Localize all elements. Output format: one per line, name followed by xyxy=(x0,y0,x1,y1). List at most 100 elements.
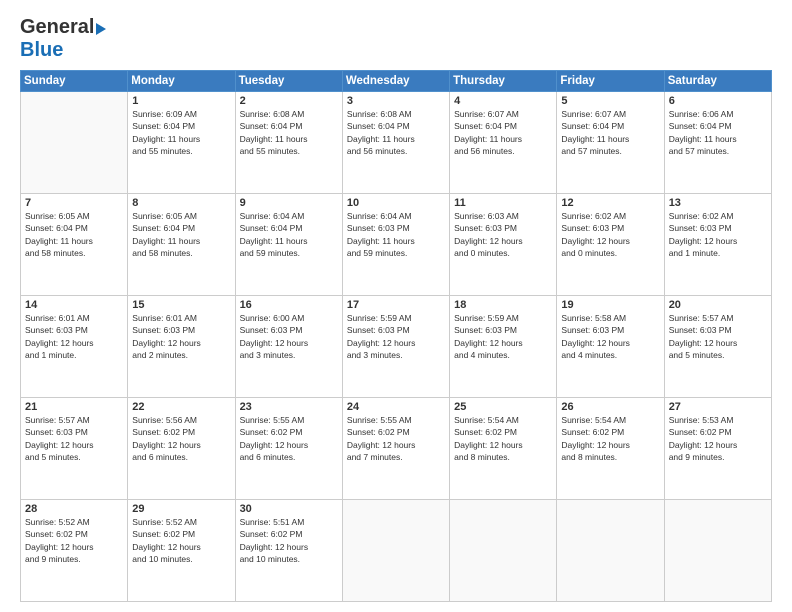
day-number: 4 xyxy=(454,95,552,107)
day-number: 27 xyxy=(669,401,767,413)
day-number: 26 xyxy=(561,401,659,413)
calendar-cell: 15Sunrise: 6:01 AM Sunset: 6:03 PM Dayli… xyxy=(128,296,235,398)
header: General Blue xyxy=(20,16,772,62)
day-number: 2 xyxy=(240,95,338,107)
calendar-cell: 17Sunrise: 5:59 AM Sunset: 6:03 PM Dayli… xyxy=(342,296,449,398)
calendar-cell xyxy=(450,500,557,602)
logo-blue: Blue xyxy=(20,39,63,61)
col-header-tuesday: Tuesday xyxy=(235,71,342,92)
calendar-week-row: 1Sunrise: 6:09 AM Sunset: 6:04 PM Daylig… xyxy=(21,92,772,194)
day-detail: Sunrise: 6:07 AM Sunset: 6:04 PM Dayligh… xyxy=(561,108,659,157)
calendar-cell: 7Sunrise: 6:05 AM Sunset: 6:04 PM Daylig… xyxy=(21,194,128,296)
day-number: 18 xyxy=(454,299,552,311)
calendar-cell: 26Sunrise: 5:54 AM Sunset: 6:02 PM Dayli… xyxy=(557,398,664,500)
col-header-saturday: Saturday xyxy=(664,71,771,92)
day-detail: Sunrise: 6:07 AM Sunset: 6:04 PM Dayligh… xyxy=(454,108,552,157)
day-number: 20 xyxy=(669,299,767,311)
day-detail: Sunrise: 6:00 AM Sunset: 6:03 PM Dayligh… xyxy=(240,312,338,361)
calendar-week-row: 7Sunrise: 6:05 AM Sunset: 6:04 PM Daylig… xyxy=(21,194,772,296)
day-detail: Sunrise: 5:59 AM Sunset: 6:03 PM Dayligh… xyxy=(454,312,552,361)
day-number: 21 xyxy=(25,401,123,413)
day-number: 24 xyxy=(347,401,445,413)
calendar-cell: 9Sunrise: 6:04 AM Sunset: 6:04 PM Daylig… xyxy=(235,194,342,296)
day-detail: Sunrise: 6:01 AM Sunset: 6:03 PM Dayligh… xyxy=(132,312,230,361)
calendar-week-row: 14Sunrise: 6:01 AM Sunset: 6:03 PM Dayli… xyxy=(21,296,772,398)
calendar-cell: 18Sunrise: 5:59 AM Sunset: 6:03 PM Dayli… xyxy=(450,296,557,398)
day-detail: Sunrise: 5:59 AM Sunset: 6:03 PM Dayligh… xyxy=(347,312,445,361)
day-detail: Sunrise: 5:55 AM Sunset: 6:02 PM Dayligh… xyxy=(240,414,338,463)
logo: General Blue xyxy=(20,16,106,62)
calendar-cell: 30Sunrise: 5:51 AM Sunset: 6:02 PM Dayli… xyxy=(235,500,342,602)
day-detail: Sunrise: 6:05 AM Sunset: 6:04 PM Dayligh… xyxy=(132,210,230,259)
day-detail: Sunrise: 5:56 AM Sunset: 6:02 PM Dayligh… xyxy=(132,414,230,463)
day-detail: Sunrise: 6:06 AM Sunset: 6:04 PM Dayligh… xyxy=(669,108,767,157)
calendar-week-row: 21Sunrise: 5:57 AM Sunset: 6:03 PM Dayli… xyxy=(21,398,772,500)
calendar-cell: 10Sunrise: 6:04 AM Sunset: 6:03 PM Dayli… xyxy=(342,194,449,296)
calendar-cell: 3Sunrise: 6:08 AM Sunset: 6:04 PM Daylig… xyxy=(342,92,449,194)
day-detail: Sunrise: 5:55 AM Sunset: 6:02 PM Dayligh… xyxy=(347,414,445,463)
day-detail: Sunrise: 6:03 AM Sunset: 6:03 PM Dayligh… xyxy=(454,210,552,259)
calendar-cell: 12Sunrise: 6:02 AM Sunset: 6:03 PM Dayli… xyxy=(557,194,664,296)
day-detail: Sunrise: 5:52 AM Sunset: 6:02 PM Dayligh… xyxy=(132,516,230,565)
day-detail: Sunrise: 6:02 AM Sunset: 6:03 PM Dayligh… xyxy=(561,210,659,259)
col-header-sunday: Sunday xyxy=(21,71,128,92)
calendar-cell: 27Sunrise: 5:53 AM Sunset: 6:02 PM Dayli… xyxy=(664,398,771,500)
calendar-cell: 23Sunrise: 5:55 AM Sunset: 6:02 PM Dayli… xyxy=(235,398,342,500)
day-number: 19 xyxy=(561,299,659,311)
day-detail: Sunrise: 6:05 AM Sunset: 6:04 PM Dayligh… xyxy=(25,210,123,259)
day-number: 1 xyxy=(132,95,230,107)
day-number: 8 xyxy=(132,197,230,209)
calendar-cell: 14Sunrise: 6:01 AM Sunset: 6:03 PM Dayli… xyxy=(21,296,128,398)
col-header-wednesday: Wednesday xyxy=(342,71,449,92)
day-detail: Sunrise: 5:54 AM Sunset: 6:02 PM Dayligh… xyxy=(454,414,552,463)
day-number: 29 xyxy=(132,503,230,515)
calendar-cell: 6Sunrise: 6:06 AM Sunset: 6:04 PM Daylig… xyxy=(664,92,771,194)
day-number: 23 xyxy=(240,401,338,413)
logo-arrow-icon xyxy=(96,23,106,35)
calendar-cell xyxy=(21,92,128,194)
day-number: 3 xyxy=(347,95,445,107)
calendar-cell: 11Sunrise: 6:03 AM Sunset: 6:03 PM Dayli… xyxy=(450,194,557,296)
calendar-week-row: 28Sunrise: 5:52 AM Sunset: 6:02 PM Dayli… xyxy=(21,500,772,602)
calendar-cell: 8Sunrise: 6:05 AM Sunset: 6:04 PM Daylig… xyxy=(128,194,235,296)
logo-general: General xyxy=(20,16,94,39)
day-detail: Sunrise: 5:51 AM Sunset: 6:02 PM Dayligh… xyxy=(240,516,338,565)
day-number: 16 xyxy=(240,299,338,311)
page: General Blue SundayMondayTuesdayWednesda… xyxy=(0,0,792,612)
day-detail: Sunrise: 5:52 AM Sunset: 6:02 PM Dayligh… xyxy=(25,516,123,565)
day-number: 7 xyxy=(25,197,123,209)
day-number: 17 xyxy=(347,299,445,311)
day-number: 14 xyxy=(25,299,123,311)
day-number: 10 xyxy=(347,197,445,209)
calendar-cell: 28Sunrise: 5:52 AM Sunset: 6:02 PM Dayli… xyxy=(21,500,128,602)
calendar-cell: 29Sunrise: 5:52 AM Sunset: 6:02 PM Dayli… xyxy=(128,500,235,602)
col-header-monday: Monday xyxy=(128,71,235,92)
day-number: 9 xyxy=(240,197,338,209)
day-number: 28 xyxy=(25,503,123,515)
day-number: 15 xyxy=(132,299,230,311)
day-number: 30 xyxy=(240,503,338,515)
calendar-cell: 24Sunrise: 5:55 AM Sunset: 6:02 PM Dayli… xyxy=(342,398,449,500)
calendar-cell: 20Sunrise: 5:57 AM Sunset: 6:03 PM Dayli… xyxy=(664,296,771,398)
calendar-cell: 21Sunrise: 5:57 AM Sunset: 6:03 PM Dayli… xyxy=(21,398,128,500)
day-number: 25 xyxy=(454,401,552,413)
calendar-cell: 19Sunrise: 5:58 AM Sunset: 6:03 PM Dayli… xyxy=(557,296,664,398)
calendar-cell: 2Sunrise: 6:08 AM Sunset: 6:04 PM Daylig… xyxy=(235,92,342,194)
day-number: 12 xyxy=(561,197,659,209)
day-number: 13 xyxy=(669,197,767,209)
calendar-cell: 25Sunrise: 5:54 AM Sunset: 6:02 PM Dayli… xyxy=(450,398,557,500)
day-number: 11 xyxy=(454,197,552,209)
calendar-cell: 22Sunrise: 5:56 AM Sunset: 6:02 PM Dayli… xyxy=(128,398,235,500)
calendar-cell: 1Sunrise: 6:09 AM Sunset: 6:04 PM Daylig… xyxy=(128,92,235,194)
col-header-thursday: Thursday xyxy=(450,71,557,92)
day-number: 6 xyxy=(669,95,767,107)
calendar-header-row: SundayMondayTuesdayWednesdayThursdayFrid… xyxy=(21,71,772,92)
day-detail: Sunrise: 6:04 AM Sunset: 6:03 PM Dayligh… xyxy=(347,210,445,259)
day-number: 22 xyxy=(132,401,230,413)
day-number: 5 xyxy=(561,95,659,107)
calendar-cell: 4Sunrise: 6:07 AM Sunset: 6:04 PM Daylig… xyxy=(450,92,557,194)
day-detail: Sunrise: 5:54 AM Sunset: 6:02 PM Dayligh… xyxy=(561,414,659,463)
day-detail: Sunrise: 5:57 AM Sunset: 6:03 PM Dayligh… xyxy=(669,312,767,361)
day-detail: Sunrise: 5:58 AM Sunset: 6:03 PM Dayligh… xyxy=(561,312,659,361)
day-detail: Sunrise: 6:01 AM Sunset: 6:03 PM Dayligh… xyxy=(25,312,123,361)
